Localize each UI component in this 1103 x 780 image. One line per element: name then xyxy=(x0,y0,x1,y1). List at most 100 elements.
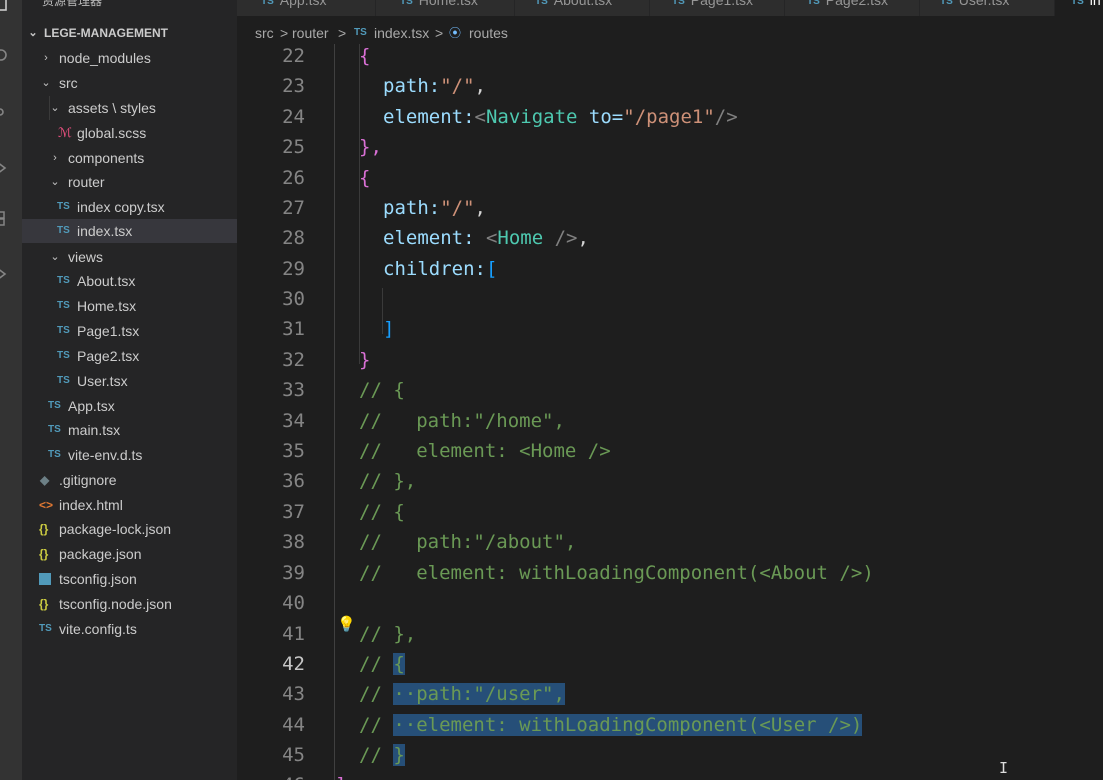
code-line-38: // path:"/about", xyxy=(359,531,577,553)
tree-item-label: vite.config.ts xyxy=(59,621,137,637)
explorer-header: 资源管理器 ··· xyxy=(22,0,237,10)
line-number: 37 xyxy=(282,501,305,523)
tree-item-views[interactable]: ⌄ views xyxy=(22,245,237,269)
ts-icon: TS xyxy=(57,275,70,286)
editor-tabs: TS App.tsx TS Home.tsx TS About.tsx TS Page1… xyxy=(237,0,1103,16)
code-token: [ xyxy=(485,258,498,280)
code-token: path: xyxy=(383,75,441,97)
tree-item-index-copy-tsx[interactable]: TS index copy.tsx xyxy=(22,195,237,219)
breadcrumb-src[interactable]: src xyxy=(255,22,274,44)
tree-item-app-tsx[interactable]: TS App.tsx xyxy=(22,394,237,418)
ts-icon: TS xyxy=(57,325,70,336)
code-token: < xyxy=(474,227,498,249)
tree-item-index-tsx[interactable]: TS index.tsx xyxy=(22,219,237,243)
indent-guide xyxy=(359,44,360,364)
tree-item-page2-tsx[interactable]: TS Page2.tsx xyxy=(22,344,237,368)
indent-guide xyxy=(334,44,335,780)
run-debug-icon[interactable] xyxy=(0,160,10,176)
tab-app-tsx[interactable]: TS App.tsx xyxy=(237,0,376,16)
project-root[interactable]: ⌄ LEGE-MANAGEMENT xyxy=(22,21,237,45)
tree-item-label: About.tsx xyxy=(77,273,136,289)
code-line-32: } xyxy=(359,349,371,371)
tree-item-user-tsx[interactable]: TS User.tsx xyxy=(22,369,237,393)
tab-home-tsx[interactable]: TS Home.tsx xyxy=(376,0,515,16)
tree-item-label: package-lock.json xyxy=(59,521,172,537)
code-token: "/" xyxy=(440,197,475,219)
tree-item-global-scss[interactable]: ℳ global.scss xyxy=(22,121,237,145)
tree-item-vite-config-ts[interactable]: TS vite.config.ts xyxy=(22,617,237,641)
chevron-down-icon: ⌄ xyxy=(50,102,60,114)
search-icon[interactable] xyxy=(0,48,10,64)
remote-icon[interactable] xyxy=(0,266,10,282)
tree-item-home-tsx[interactable]: TS Home.tsx xyxy=(22,294,237,318)
tree-item-index-html[interactable]: <> index.html xyxy=(22,493,237,517)
tree-item-tsconfig-json[interactable]: tsconfig.json xyxy=(22,567,237,591)
ts-icon: TS xyxy=(57,350,70,361)
tab-page1-tsx[interactable]: TS Page1.tsx xyxy=(650,0,785,16)
tree-item-gitignore[interactable]: ◆ .gitignore xyxy=(22,468,237,492)
source-control-icon[interactable] xyxy=(0,104,10,120)
tab-index-tsx[interactable]: TS in xyxy=(1055,0,1103,16)
code-token: children: xyxy=(383,258,486,280)
line-number: 24 xyxy=(282,106,305,128)
tree-item-router[interactable]: ⌄ router xyxy=(22,170,237,194)
code-token: , xyxy=(577,227,589,249)
tree-item-label: index copy.tsx xyxy=(77,199,165,215)
code-token: path: xyxy=(383,197,441,219)
breadcrumb-router[interactable]: router xyxy=(292,22,329,44)
selected-text: ··path:"/user", xyxy=(393,683,565,705)
line-number: 34 xyxy=(282,410,305,432)
tree-item-main-tsx[interactable]: TS main.tsx xyxy=(22,418,237,442)
code-line-33: // { xyxy=(359,379,405,401)
breadcrumb-file[interactable]: index.tsx xyxy=(374,22,429,44)
line-number: 44 xyxy=(282,714,305,736)
tree-item-page1-tsx[interactable]: TS Page1.tsx xyxy=(22,319,237,343)
line-number: 45 xyxy=(282,744,305,766)
line-number: 39 xyxy=(282,562,305,584)
code-line-36: // }, xyxy=(359,470,417,492)
tree-item-about-tsx[interactable]: TS About.tsx xyxy=(22,269,237,293)
tree-item-label: App.tsx xyxy=(68,398,115,414)
line-number: 43 xyxy=(282,683,305,705)
tree-item-tsconfig-node-json[interactable]: {} tsconfig.node.json xyxy=(22,592,237,616)
tree-item-vite-env-d-ts[interactable]: TS vite-env.d.ts xyxy=(22,443,237,467)
git-icon: ◆ xyxy=(40,473,50,487)
tree-item-src[interactable]: ⌄ src xyxy=(22,71,237,95)
tab-label: User.tsx xyxy=(958,0,1010,8)
line-number: 22 xyxy=(282,45,305,67)
tab-user-tsx[interactable]: TS User.tsx xyxy=(920,0,1055,16)
tree-item-label: index.html xyxy=(59,497,123,513)
tree-item-label: components xyxy=(68,150,145,166)
json-icon: {} xyxy=(39,597,49,611)
tab-page2-tsx[interactable]: TS Page2.tsx xyxy=(785,0,920,16)
code-line-45: // } xyxy=(359,740,405,770)
more-actions-icon[interactable]: ··· xyxy=(202,0,219,5)
json-icon: {} xyxy=(39,547,49,561)
tree-item-node-modules[interactable]: › node_modules xyxy=(22,46,237,70)
extensions-icon[interactable] xyxy=(0,210,10,226)
code-token: to= xyxy=(577,106,624,128)
tab-about-tsx[interactable]: TS About.tsx xyxy=(515,0,650,16)
tree-item-label: router xyxy=(68,174,105,190)
tree-item-package-lock-json[interactable]: {} package-lock.json xyxy=(22,517,237,541)
breadcrumb-symbol[interactable]: routes xyxy=(469,22,508,44)
tree-item-label: assets \ styles xyxy=(68,100,156,116)
tree-item-assets-styles[interactable]: ⌄ assets \ styles xyxy=(22,96,237,120)
explorer-icon[interactable] xyxy=(0,0,10,12)
tab-label: Page1.tsx xyxy=(690,0,754,8)
code-line-23: path:"/", xyxy=(383,71,486,101)
lightbulb-icon[interactable]: 💡 xyxy=(337,616,356,634)
tree-item-package-json[interactable]: {} package.json xyxy=(22,542,237,566)
tree-item-label: index.tsx xyxy=(77,223,133,239)
selected-text: ··element: withLoadingComponent(<User />… xyxy=(393,714,863,736)
line-number: 28 xyxy=(282,227,305,249)
line-number: 41 xyxy=(282,623,305,645)
project-root-label: LEGE-MANAGEMENT xyxy=(44,26,168,40)
code-editor[interactable]: 22 23 24 25 26 27 28 29 30 31 32 33 34 3… xyxy=(237,44,1103,780)
code-token: // xyxy=(359,683,394,705)
tree-item-label: main.tsx xyxy=(68,422,121,438)
chevron-down-icon: ⌄ xyxy=(28,27,38,39)
tree-item-components[interactable]: › components xyxy=(22,146,237,170)
tab-label: About.tsx xyxy=(553,0,613,8)
selected-text: { xyxy=(393,653,405,675)
